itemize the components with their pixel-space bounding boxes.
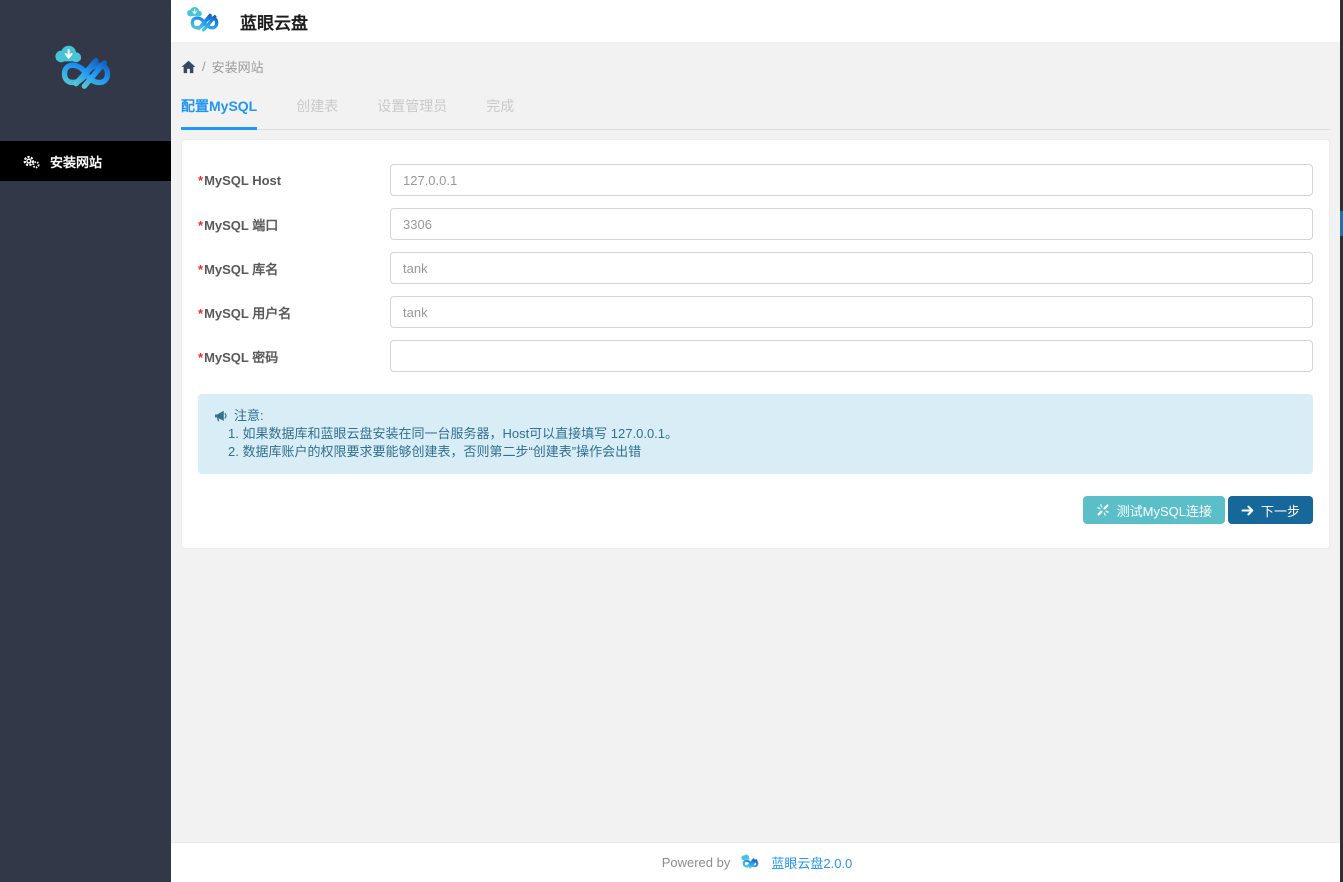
tab-configure-mysql[interactable]: 配置MySQL	[181, 96, 257, 130]
mysql-host-label: *MySQL Host	[198, 173, 390, 188]
mysql-host-input[interactable]	[390, 164, 1313, 196]
wizard-tabs: 配置MySQL 创建表 设置管理员 完成	[181, 96, 1330, 130]
required-marker: *	[198, 350, 203, 365]
powered-by-label: Powered by	[662, 855, 731, 870]
breadcrumb-current: 安装网站	[212, 57, 264, 76]
note-item-2: 2. 数据库账户的权限要求要能够创建表，否则第二步“创建表”操作会出错	[214, 443, 1297, 461]
mysql-port-input[interactable]	[390, 208, 1313, 240]
actions-row: 测试MySQL连接 下一步	[198, 496, 1313, 538]
sidebar-item-label: 安装网站	[50, 152, 102, 171]
tab-finish[interactable]: 完成	[486, 96, 514, 130]
main-column: 蓝眼云盘 / 安装网站 配置MySQL 创建表 设置管理员 完成 *MySQL …	[171, 0, 1343, 882]
header-logo-icon	[180, 6, 229, 36]
note-title-row: 注意:	[214, 407, 1297, 425]
bullhorn-icon	[214, 410, 228, 422]
sidebar: 安装网站	[0, 0, 171, 882]
mysql-database-label: *MySQL 库名	[198, 259, 390, 278]
breadcrumb-separator: /	[202, 59, 206, 74]
mysql-config-card: *MySQL Host *MySQL 端口 *MySQL 库名 *MySQL 用…	[181, 139, 1330, 549]
test-button-label: 测试MySQL连接	[1117, 501, 1212, 520]
unlink-icon	[1096, 503, 1110, 517]
form-row-password: *MySQL 密码	[198, 340, 1313, 372]
top-header: 蓝眼云盘	[171, 0, 1343, 43]
mysql-username-input[interactable]	[390, 296, 1313, 328]
sidebar-nav: 安装网站	[0, 141, 171, 181]
next-button-label: 下一步	[1261, 501, 1300, 520]
footer-logo-icon	[737, 854, 764, 871]
test-mysql-connection-button[interactable]: 测试MySQL连接	[1083, 496, 1225, 524]
required-marker: *	[198, 218, 203, 233]
tab-create-tables[interactable]: 创建表	[296, 96, 338, 130]
required-marker: *	[198, 306, 203, 321]
form-row-host: *MySQL Host	[198, 164, 1313, 196]
note-title: 注意:	[234, 407, 264, 425]
page-footer: Powered by 蓝眼云盘2.0.0	[171, 842, 1343, 882]
app-logo-icon	[43, 44, 129, 97]
content-area: / 安装网站 配置MySQL 创建表 设置管理员 完成 *MySQL Host …	[171, 43, 1343, 842]
arrow-right-icon	[1241, 505, 1254, 516]
gears-icon	[22, 154, 40, 169]
mysql-database-input[interactable]	[390, 252, 1313, 284]
form-row-database: *MySQL 库名	[198, 252, 1313, 284]
required-marker: *	[198, 173, 203, 188]
version-link[interactable]: 蓝眼云盘2.0.0	[771, 853, 852, 872]
next-step-button[interactable]: 下一步	[1228, 496, 1313, 524]
mysql-password-input[interactable]	[390, 340, 1313, 372]
form-row-port: *MySQL 端口	[198, 208, 1313, 240]
tab-set-admin[interactable]: 设置管理员	[377, 96, 447, 130]
required-marker: *	[198, 262, 203, 277]
breadcrumb: / 安装网站	[181, 57, 1330, 76]
form-row-username: *MySQL 用户名	[198, 296, 1313, 328]
home-icon[interactable]	[181, 60, 196, 74]
note-box: 注意: 1. 如果数据库和蓝眼云盘安装在同一台服务器，Host可以直接填写 12…	[198, 394, 1313, 474]
note-item-1: 1. 如果数据库和蓝眼云盘安装在同一台服务器，Host可以直接填写 127.0.…	[214, 425, 1297, 443]
sidebar-item-install-site[interactable]: 安装网站	[0, 141, 171, 181]
page-title: 蓝眼云盘	[240, 9, 308, 34]
mysql-password-label: *MySQL 密码	[198, 347, 390, 366]
mysql-port-label: *MySQL 端口	[198, 215, 390, 234]
sidebar-logo	[0, 0, 171, 141]
mysql-username-label: *MySQL 用户名	[198, 303, 390, 322]
